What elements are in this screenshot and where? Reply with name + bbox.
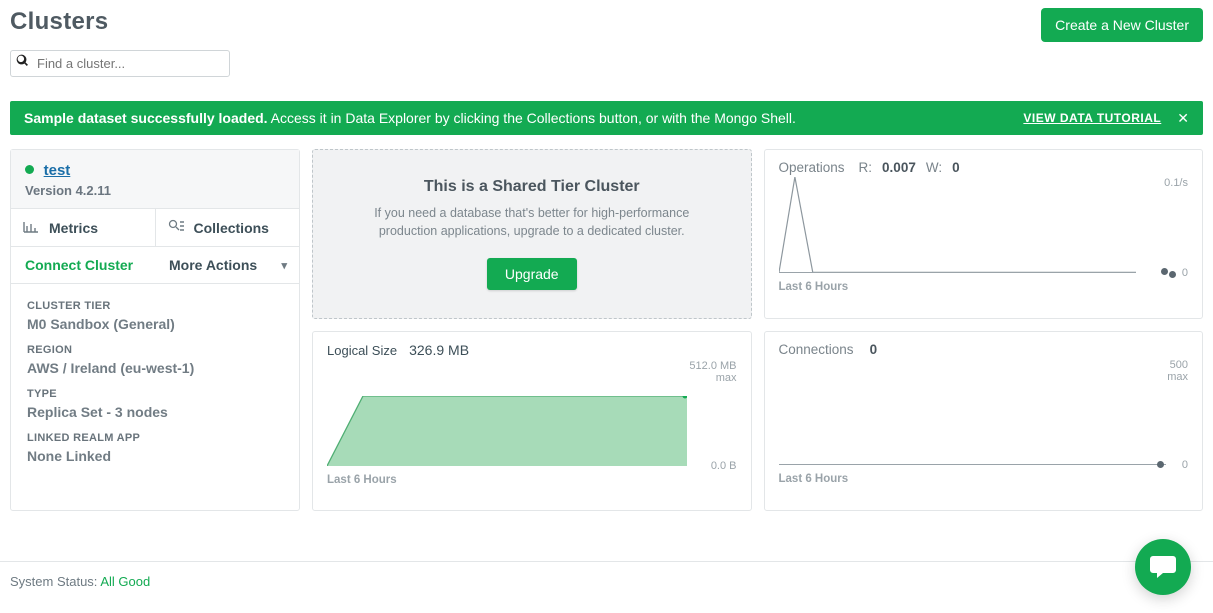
chat-fab-button[interactable]	[1135, 539, 1191, 595]
operations-chart: 0.1/s 0	[779, 177, 1189, 277]
search-icon	[16, 54, 29, 70]
chevron-down-icon: ▾	[281, 259, 287, 272]
logical-axis-min: 0.0 B	[711, 460, 737, 472]
logical-size-panel: Logical Size 326.9 MB 512.0 MB max 0.0 B	[312, 331, 752, 511]
ops-marker-dot	[1169, 271, 1176, 278]
status-value: All Good	[100, 574, 150, 589]
ops-axis-max: 0.1/s	[1164, 177, 1188, 189]
realm-value: None Linked	[27, 448, 283, 464]
logical-size-chart: 512.0 MB max 0.0 B	[327, 360, 737, 470]
collections-tab[interactable]: Collections	[155, 209, 300, 246]
logical-value: 326.9 MB	[409, 342, 469, 358]
status-bar: System Status: All Good	[0, 561, 1213, 601]
logical-footer: Last 6 Hours	[327, 474, 737, 486]
logical-axis-max-sub: max	[689, 372, 736, 384]
collections-label: Collections	[194, 220, 269, 236]
more-actions-label: More Actions	[169, 257, 257, 273]
chat-icon	[1149, 554, 1177, 580]
close-icon[interactable]: ✕	[1177, 111, 1189, 125]
banner-bold: Sample dataset successfully loaded.	[24, 110, 268, 126]
cluster-version: Version 4.2.11	[25, 183, 285, 198]
realm-label: LINKED REALM APP	[27, 432, 283, 444]
page-title: Clusters	[10, 8, 108, 36]
logical-title: Logical Size	[327, 343, 397, 358]
connections-title: Connections	[779, 342, 854, 357]
type-value: Replica Set - 3 nodes	[27, 404, 283, 420]
upgrade-title: This is a Shared Tier Cluster	[424, 178, 640, 196]
banner-text: Access it in Data Explorer by clicking t…	[268, 110, 796, 126]
more-actions-dropdown[interactable]: More Actions ▾	[157, 247, 299, 283]
region-label: REGION	[27, 344, 283, 356]
connections-panel: Connections 0 500 max 0 Last 6 Hours	[764, 331, 1204, 511]
connections-axis-max-sub: max	[1167, 371, 1188, 383]
upgrade-subtitle: If you need a database that's better for…	[353, 204, 711, 240]
metrics-icon	[23, 220, 39, 236]
notification-banner: Sample dataset successfully loaded. Acce…	[10, 101, 1203, 135]
ops-footer: Last 6 Hours	[779, 281, 1189, 293]
ops-axis-zero: 0	[1182, 267, 1188, 279]
connections-axis-max: 500	[1167, 359, 1188, 371]
search-input[interactable]	[10, 50, 230, 77]
upgrade-panel: This is a Shared Tier Cluster If you nee…	[312, 149, 752, 319]
connections-chart: 500 max 0	[779, 359, 1189, 469]
connections-value: 0	[870, 342, 878, 357]
logical-axis-max: 512.0 MB	[689, 360, 736, 372]
tier-label: CLUSTER TIER	[27, 300, 283, 312]
connections-axis-zero: 0	[1182, 459, 1188, 471]
connections-marker-dot	[1157, 461, 1164, 468]
ops-r-label: R:	[859, 160, 873, 175]
ops-w-value: 0	[952, 160, 960, 175]
tier-value: M0 Sandbox (General)	[27, 316, 283, 332]
connections-footer: Last 6 Hours	[779, 473, 1189, 485]
type-label: TYPE	[27, 388, 283, 400]
region-value: AWS / Ireland (eu-west-1)	[27, 360, 283, 376]
operations-title: Operations	[779, 160, 845, 175]
ops-r-value: 0.007	[882, 160, 916, 175]
create-cluster-button[interactable]: Create a New Cluster	[1041, 8, 1203, 42]
view-data-tutorial-link[interactable]: VIEW DATA TUTORIAL	[1023, 111, 1161, 125]
cluster-sidebar: test Version 4.2.11 Metrics Collections	[10, 149, 300, 511]
upgrade-button[interactable]: Upgrade	[487, 258, 577, 290]
ops-marker-dot	[1161, 268, 1168, 275]
status-label: System Status:	[10, 574, 97, 589]
metrics-tab[interactable]: Metrics	[11, 209, 155, 246]
connect-cluster-button[interactable]: Connect Cluster	[11, 247, 157, 283]
cluster-name-link[interactable]: test	[44, 162, 71, 179]
metrics-label: Metrics	[49, 220, 98, 236]
operations-panel: Operations R: 0.007 W: 0 0.1/s 0	[764, 149, 1204, 319]
collections-icon	[168, 219, 184, 236]
status-dot-icon	[25, 165, 34, 174]
ops-w-label: W:	[926, 160, 942, 175]
